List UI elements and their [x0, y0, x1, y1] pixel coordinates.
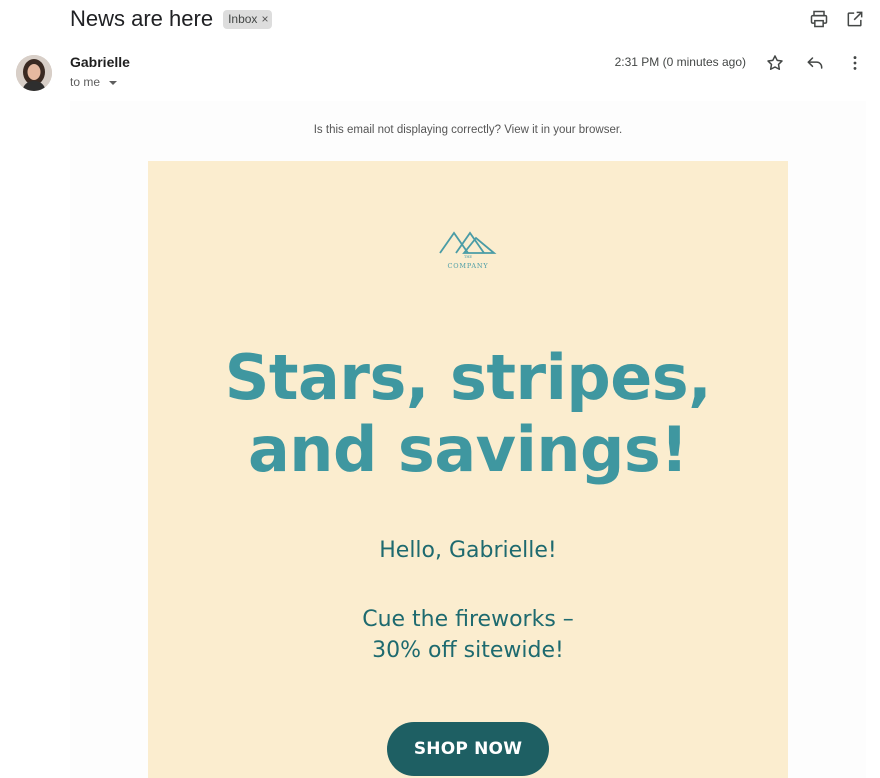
offer-line-1: Cue the fireworks –	[362, 607, 574, 632]
thread-actions	[808, 8, 866, 30]
avatar[interactable]	[16, 55, 52, 91]
open-in-new-window-icon[interactable]	[844, 8, 866, 30]
greeting-text: Hello, Gabrielle!	[379, 538, 557, 563]
promo-headline: Stars, stripes, and savings!	[148, 342, 788, 486]
message-timestamp: 2:31 PM (0 minutes ago)	[614, 55, 746, 69]
headline-line-1: Stars, stripes,	[224, 341, 712, 414]
view-in-browser-link[interactable]: Is this email not displaying correctly? …	[70, 124, 866, 136]
offer-line-2: 30% off sitewide!	[372, 638, 564, 663]
recipient-text: to me	[70, 75, 101, 89]
more-vertical-icon[interactable]	[844, 52, 866, 74]
shop-now-button[interactable]: SHOP NOW	[387, 722, 549, 776]
newsletter-card: THE COMPANY Stars, stripes, and savings!…	[148, 161, 788, 778]
subject-row: News are here Inbox ×	[70, 5, 273, 33]
email-view: News are here Inbox × Gabrielle to me 2:…	[0, 0, 880, 778]
label-text: Inbox	[228, 12, 258, 26]
inbox-label-chip[interactable]: Inbox ×	[223, 9, 273, 29]
remove-label-icon[interactable]: ×	[261, 12, 268, 26]
headline-line-2: and savings!	[247, 413, 689, 486]
offer-text: Cue the fireworks – 30% off sitewide!	[148, 604, 788, 666]
logo-wordmark: COMPANY	[447, 262, 489, 270]
printer-icon[interactable]	[808, 8, 830, 30]
email-subject: News are here	[70, 6, 214, 31]
sender-name[interactable]: Gabrielle	[70, 54, 130, 70]
company-logo: THE COMPANY	[436, 219, 500, 275]
reply-icon[interactable]	[804, 52, 826, 74]
star-icon[interactable]	[764, 52, 786, 74]
recipient-details-toggle[interactable]: to me	[70, 75, 118, 89]
logo-small-text: THE	[464, 255, 472, 259]
chevron-down-icon	[109, 80, 118, 85]
message-actions	[764, 52, 866, 74]
